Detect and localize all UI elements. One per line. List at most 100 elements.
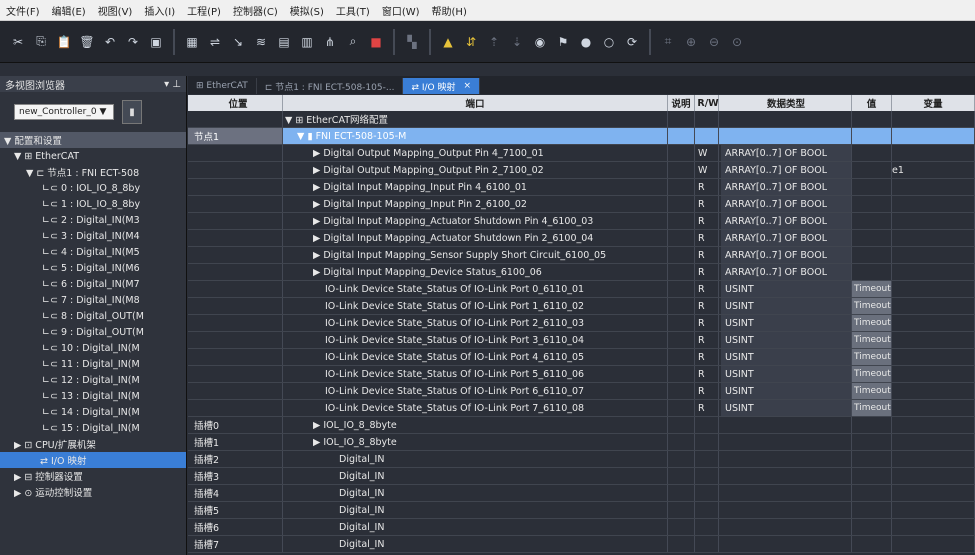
zoom-out-icon[interactable]: ⊖	[704, 32, 724, 52]
save-icon[interactable]: ▣	[146, 32, 166, 52]
header-rw[interactable]: R/W	[695, 95, 719, 111]
grid-icon[interactable]: ▦	[182, 32, 202, 52]
tree-item[interactable]: ∟⊂ 10 : Digital_IN(M	[0, 340, 186, 356]
controller-select[interactable]: new_Controller_0 ▼	[14, 104, 114, 120]
tree-item[interactable]: ∟⊂ 0 : IOL_IO_8_8by	[0, 180, 186, 196]
menu-item[interactable]: 文件(F)	[0, 3, 46, 18]
table-row[interactable]: IO-Link Device State_Status Of IO-Link P…	[188, 298, 975, 315]
table-row[interactable]: 插槽6 Digital_IN	[188, 519, 975, 536]
table-row[interactable]: 插槽7 Digital_IN	[188, 536, 975, 553]
tree-item[interactable]: ∟⊂ 9 : Digital_OUT(M	[0, 324, 186, 340]
build-icon[interactable]: ▤	[274, 32, 294, 52]
menu-item[interactable]: 工具(T)	[330, 3, 376, 18]
header-port[interactable]: 端口	[283, 95, 668, 111]
pin-icon[interactable]: ▾ ⊥	[164, 79, 181, 90]
tree-item[interactable]: ▶ ⊡ CPU/扩展机架	[0, 436, 186, 452]
tree-item[interactable]: ∟⊂ 2 : Digital_IN(M3	[0, 212, 186, 228]
tree-item[interactable]: ∟⊂ 8 : Digital_OUT(M	[0, 308, 186, 324]
table-row[interactable]: ▶ Digital Input Mapping_Actuator Shutdow…	[188, 230, 975, 247]
table-row[interactable]: ▶ Digital Input Mapping_Actuator Shutdow…	[188, 213, 975, 230]
menu-item[interactable]: 帮助(H)	[426, 3, 473, 18]
table-row[interactable]: IO-Link Device State_Status Of IO-Link P…	[188, 400, 975, 417]
tree-item[interactable]: ▶ ⊙ 运动控制设置	[0, 484, 186, 500]
monitor-icon[interactable]: ◉	[530, 32, 550, 52]
table-row[interactable]: 插槽4 Digital_IN	[188, 485, 975, 502]
close-icon[interactable]: ×	[464, 81, 472, 91]
tree-item[interactable]: ∟⊂ 5 : Digital_IN(M6	[0, 260, 186, 276]
menu-item[interactable]: 控制器(C)	[227, 3, 284, 18]
transfer-icon[interactable]: ⇵	[461, 32, 481, 52]
tree-item[interactable]: ∟⊂ 13 : Digital_IN(M	[0, 388, 186, 404]
zoom-reset-icon[interactable]: ⊙	[727, 32, 747, 52]
editor-tab[interactable]: ⇄ I/O 映射 ×	[403, 78, 481, 94]
hierarchy-icon[interactable]: ⋔	[320, 32, 340, 52]
table-row[interactable]: ▶ Digital Input Mapping_Input Pin 4_6100…	[188, 179, 975, 196]
force-icon[interactable]: ⚑	[553, 32, 573, 52]
header-data-type[interactable]: 数据类型	[719, 95, 852, 111]
table-row[interactable]: 插槽0 ▶ IOL_IO_8_8byte	[188, 417, 975, 434]
tree-item[interactable]: ∟⊂ 4 : Digital_IN(M5	[0, 244, 186, 260]
table-row[interactable]: 节点1 ▼ ▮ FNI ECT-508-105-M	[188, 128, 975, 145]
tree-item[interactable]: ∟⊂ 12 : Digital_IN(M	[0, 372, 186, 388]
table-row[interactable]: ▶ Digital Input Mapping_Device Status_61…	[188, 264, 975, 281]
menu-item[interactable]: 工程(P)	[181, 3, 227, 18]
tree-item[interactable]: ▼ 配置和设置	[0, 132, 186, 148]
stop-icon[interactable]: ■	[366, 32, 386, 52]
compare-icon[interactable]: ≋	[251, 32, 271, 52]
tree-item[interactable]: ▼ ⊞ EtherCAT	[0, 148, 186, 164]
table-row[interactable]: ▶ Digital Input Mapping_Sensor Supply Sh…	[188, 247, 975, 264]
menu-item[interactable]: 插入(I)	[138, 3, 181, 18]
find-icon[interactable]: ⌕	[343, 32, 363, 52]
tree-item[interactable]: ∟⊂ 15 : Digital_IN(M	[0, 420, 186, 436]
tree-item[interactable]: ∟⊂ 14 : Digital_IN(M	[0, 404, 186, 420]
fit-icon[interactable]: ⌗	[658, 32, 678, 52]
table-row[interactable]: IO-Link Device State_Status Of IO-Link P…	[188, 383, 975, 400]
table-row[interactable]: ▶ Digital Output Mapping_Output Pin 2_71…	[188, 162, 975, 179]
copy-icon[interactable]: ⎘	[31, 32, 51, 52]
menu-item[interactable]: 视图(V)	[92, 3, 139, 18]
warning-icon[interactable]: ▲	[438, 32, 458, 52]
tree-item[interactable]: ∟⊂ 3 : Digital_IN(M4	[0, 228, 186, 244]
table-row[interactable]: 插槽3 Digital_IN	[188, 468, 975, 485]
zoom-in-icon[interactable]: ⊕	[681, 32, 701, 52]
download-icon[interactable]: ⇣	[507, 32, 527, 52]
header-position[interactable]: 位置	[188, 95, 283, 111]
jump-icon[interactable]: ↘	[228, 32, 248, 52]
header-description[interactable]: 说明	[668, 95, 695, 111]
header-variable[interactable]: 变量	[892, 95, 975, 111]
header-value[interactable]: 值	[852, 95, 892, 111]
tree-item[interactable]: ∟⊂ 11 : Digital_IN(M	[0, 356, 186, 372]
undo-icon[interactable]: ↶	[100, 32, 120, 52]
editor-tab[interactable]: ⊏ 节点1 : FNI ECT-508-105-...	[257, 78, 404, 94]
tree-item[interactable]: ⇄ I/O 映射	[0, 452, 186, 468]
table-row[interactable]: 插槽5 Digital_IN	[188, 502, 975, 519]
table-row[interactable]: IO-Link Device State_Status Of IO-Link P…	[188, 281, 975, 298]
controller-toggle-icon[interactable]: ▮	[122, 100, 142, 124]
table-row[interactable]: ▼ ⊞ EtherCAT网络配置	[188, 111, 975, 128]
tree-item[interactable]: ∟⊂ 7 : Digital_IN(M8	[0, 292, 186, 308]
table-row[interactable]: 插槽1 ▶ IOL_IO_8_8byte	[188, 434, 975, 451]
rebuild-icon[interactable]: ▚	[402, 32, 422, 52]
offline-icon[interactable]: ○	[599, 32, 619, 52]
upload-icon[interactable]: ⇡	[484, 32, 504, 52]
cross-ref-icon[interactable]: ⇌	[205, 32, 225, 52]
online-icon[interactable]: ●	[576, 32, 596, 52]
redo-icon[interactable]: ↷	[123, 32, 143, 52]
paste-icon[interactable]: 📋	[54, 32, 74, 52]
table-row[interactable]: IO-Link Device State_Status Of IO-Link P…	[188, 332, 975, 349]
table-row[interactable]: IO-Link Device State_Status Of IO-Link P…	[188, 315, 975, 332]
tree-item[interactable]: ▶ ⊟ 控制器设置	[0, 468, 186, 484]
program-icon[interactable]: ▥	[297, 32, 317, 52]
tree-item[interactable]: ∟⊂ 6 : Digital_IN(M7	[0, 276, 186, 292]
cut-icon[interactable]: ✂	[8, 32, 28, 52]
menu-item[interactable]: 模拟(S)	[284, 3, 330, 18]
delete-icon[interactable]: 🗑	[77, 32, 97, 52]
table-row[interactable]: IO-Link Device State_Status Of IO-Link P…	[188, 366, 975, 383]
editor-tab[interactable]: ⊞ EtherCAT	[188, 78, 257, 94]
menu-item[interactable]: 窗口(W)	[376, 3, 426, 18]
sync-icon[interactable]: ⟳	[622, 32, 642, 52]
tree-item[interactable]: ▼ ⊏ 节点1 : FNI ECT-508	[0, 164, 186, 180]
table-row[interactable]: IO-Link Device State_Status Of IO-Link P…	[188, 349, 975, 366]
tree-item[interactable]: ∟⊂ 1 : IOL_IO_8_8by	[0, 196, 186, 212]
menu-item[interactable]: 编辑(E)	[46, 3, 92, 18]
